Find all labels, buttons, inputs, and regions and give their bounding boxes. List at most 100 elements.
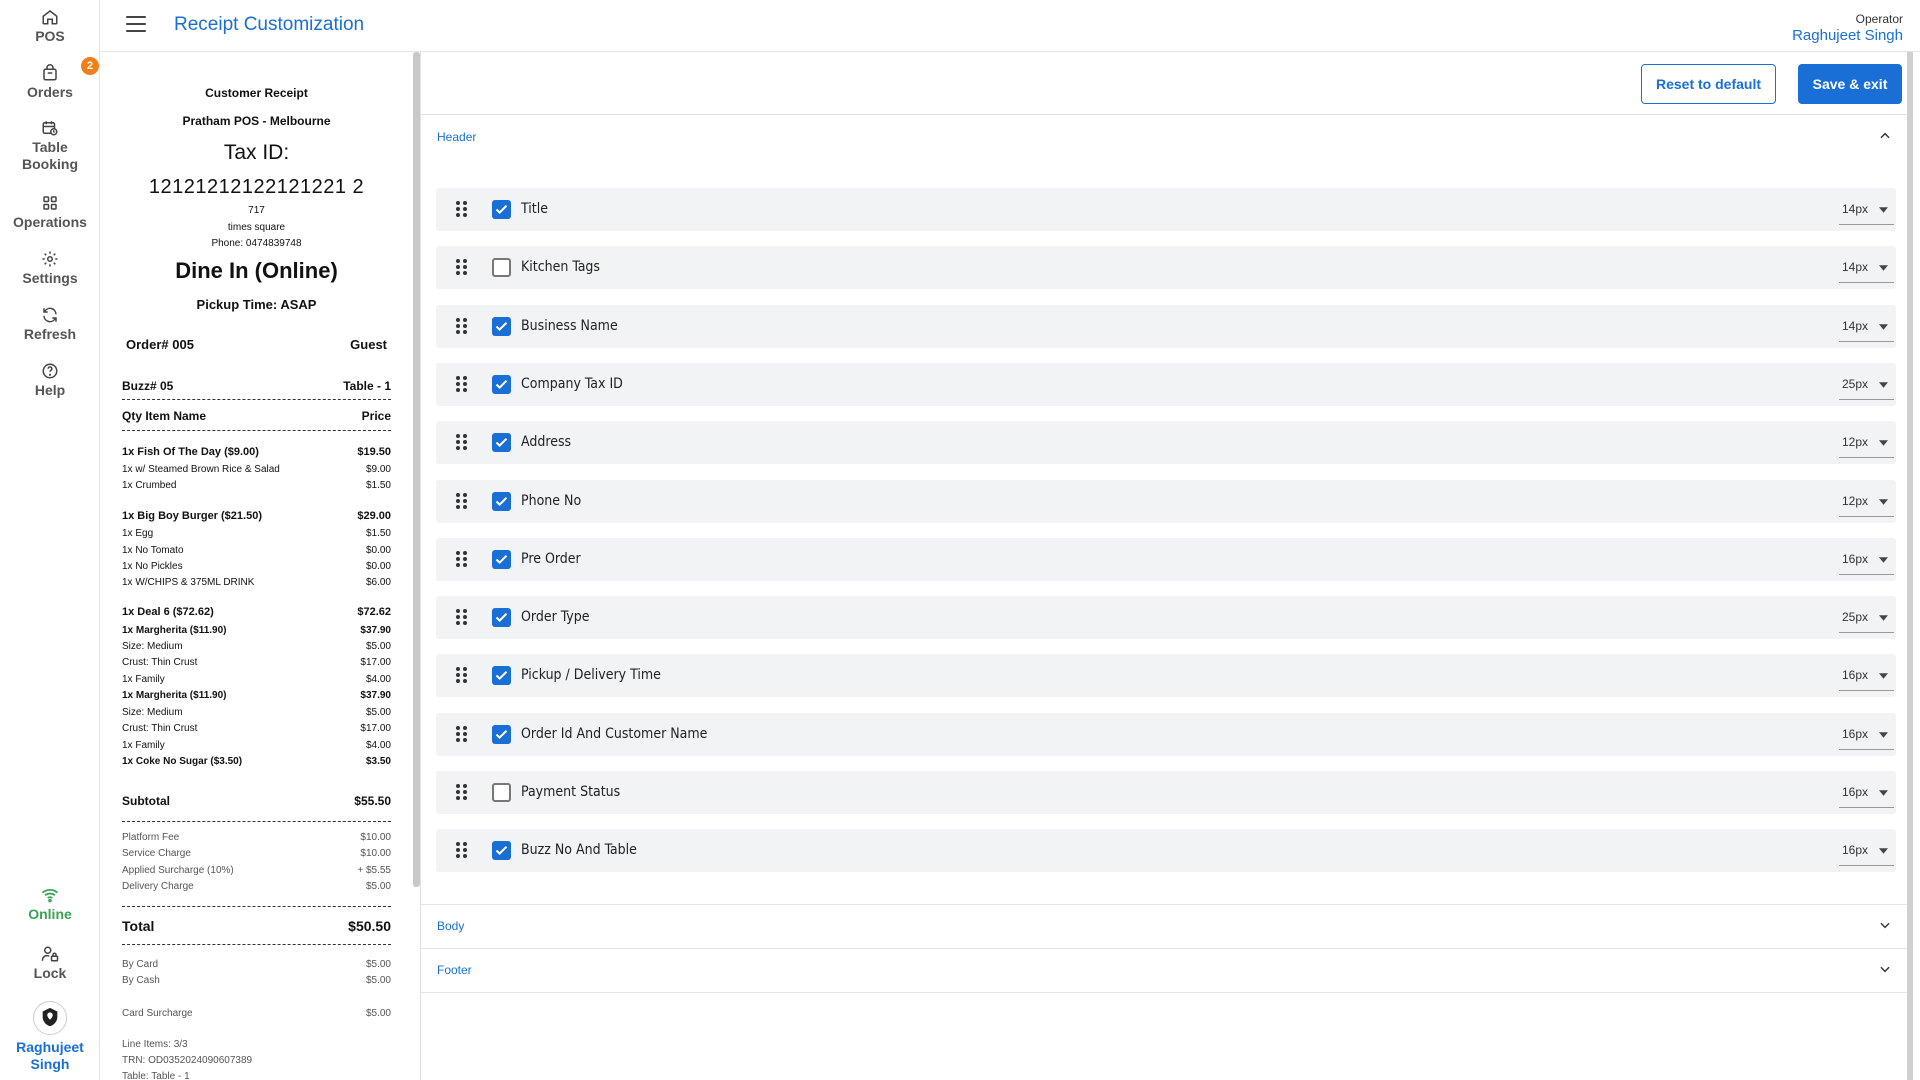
top-bar: Receipt Customization Operator Raghujeet… xyxy=(100,0,1920,52)
drag-handle-icon[interactable] xyxy=(456,551,468,568)
drag-handle-icon[interactable] xyxy=(456,376,468,393)
help-icon xyxy=(42,363,58,379)
checkbox-checked[interactable] xyxy=(492,200,511,219)
nav-table-label-2: Booking xyxy=(22,156,78,172)
font-size-select[interactable]: 16px xyxy=(1839,720,1894,750)
nav-pos[interactable]: POS xyxy=(0,8,100,45)
nav-refresh[interactable]: Refresh xyxy=(0,306,100,343)
nav-help[interactable]: Help xyxy=(0,362,100,399)
receipt-item-price: $9.00 xyxy=(365,464,391,475)
checkbox-checked[interactable] xyxy=(492,492,511,511)
receipt-card-surcharge: $5.00 xyxy=(365,1008,391,1019)
font-size-select[interactable]: 14px xyxy=(1839,312,1894,342)
section-body-title[interactable]: Body xyxy=(437,919,464,933)
checkbox-checked[interactable] xyxy=(492,317,511,336)
caret-down-icon xyxy=(1879,324,1888,330)
font-size-select[interactable]: 12px xyxy=(1839,428,1894,458)
font-size-select[interactable]: 14px xyxy=(1839,253,1894,283)
nav-user[interactable]: Raghujeet Singh xyxy=(0,1001,100,1073)
menu-icon[interactable] xyxy=(126,16,146,34)
drag-handle-icon[interactable] xyxy=(456,259,468,276)
receipt-item-row: 1x Coke No Sugar ($3.50) $3.50 xyxy=(122,756,391,768)
font-size-value: 25px xyxy=(1842,610,1869,624)
font-size-select[interactable]: 16px xyxy=(1839,836,1894,866)
checkbox-checked[interactable] xyxy=(492,725,511,744)
receipt-card-surcharge-label: Card Surcharge xyxy=(122,1008,193,1019)
field-label: Kitchen Tags xyxy=(521,259,600,275)
section-header-title[interactable]: Header xyxy=(437,130,476,144)
checkbox-checked[interactable] xyxy=(492,666,511,685)
receipt-charge-label: Applied Surcharge (10%) xyxy=(122,865,234,876)
receipt-charge-label: Delivery Charge xyxy=(122,881,194,892)
drag-handle-icon[interactable] xyxy=(456,726,468,743)
font-size-select[interactable]: 16px xyxy=(1839,778,1894,808)
field-label: Order Id And Customer Name xyxy=(521,726,708,742)
receipt-subtotal-row: Subtotal $55.50 xyxy=(122,794,391,808)
receipt-scrollbar[interactable] xyxy=(413,52,420,887)
drag-handle-icon[interactable] xyxy=(456,434,468,451)
shield-pin-icon xyxy=(42,1007,58,1027)
field-label: Buzz No And Table xyxy=(521,842,637,858)
font-size-select[interactable]: 16px xyxy=(1839,545,1894,575)
section-footer-title[interactable]: Footer xyxy=(437,963,472,977)
settings-scrollbar[interactable] xyxy=(1907,52,1913,1080)
drag-handle-icon[interactable] xyxy=(456,667,468,684)
checkbox-checked[interactable] xyxy=(492,433,511,452)
font-size-select[interactable]: 25px xyxy=(1839,370,1894,400)
drag-handle-icon[interactable] xyxy=(456,784,468,801)
drag-handle-icon[interactable] xyxy=(456,609,468,626)
checkbox-checked[interactable] xyxy=(492,608,511,627)
checkbox-checked[interactable] xyxy=(492,375,511,394)
font-size-value: 14px xyxy=(1842,319,1869,333)
font-size-select[interactable]: 16px xyxy=(1839,661,1894,691)
chevron-up-icon[interactable] xyxy=(1878,129,1892,143)
receipt-payment-row: By Cash $5.00 xyxy=(122,975,391,987)
nav-refresh-label: Refresh xyxy=(23,326,77,342)
receipt-col-price: Price xyxy=(361,409,391,423)
receipt-charge-label: Service Charge xyxy=(122,848,191,859)
checkbox-unchecked[interactable] xyxy=(492,783,511,802)
header-field-row: Phone No 12px xyxy=(436,480,1896,523)
nav-operations[interactable]: Operations xyxy=(0,194,100,231)
nav-settings[interactable]: Settings xyxy=(0,250,100,287)
receipt-address-line2: times square xyxy=(227,222,286,233)
field-label: Business Name xyxy=(521,318,618,334)
receipt-item-text: 1x Crumbed xyxy=(122,480,177,491)
font-size-select[interactable]: 12px xyxy=(1839,487,1894,517)
receipt-order-type: Dine In (Online) xyxy=(175,258,338,283)
drag-handle-icon[interactable] xyxy=(456,842,468,859)
online-status: Online xyxy=(0,886,100,923)
checkbox-checked[interactable] xyxy=(492,841,511,860)
font-size-value: 25px xyxy=(1842,377,1869,391)
header-field-row: Address 12px xyxy=(436,421,1896,464)
checkbox-checked[interactable] xyxy=(492,550,511,569)
font-size-select[interactable]: 14px xyxy=(1839,195,1894,225)
operator-name: Raghujeet Singh xyxy=(1792,27,1903,44)
checkbox-unchecked[interactable] xyxy=(492,258,511,277)
home-icon xyxy=(42,10,58,25)
receipt-item-text: 1x w/ Steamed Brown Rice & Salad xyxy=(122,464,280,475)
receipt-charge-value: $5.00 xyxy=(365,881,391,892)
chevron-down-icon[interactable] xyxy=(1878,962,1892,976)
receipt-item-text: 1x Coke No Sugar ($3.50) xyxy=(122,756,243,767)
save-and-exit-button[interactable]: Save & exit xyxy=(1798,64,1902,104)
receipt-item-row: 1x Deal 6 ($72.62) $72.62 xyxy=(122,606,391,619)
check-icon xyxy=(495,438,508,448)
operator-info: Operator Raghujeet Singh xyxy=(1792,12,1903,44)
receipt-item-price: $0.00 xyxy=(365,545,391,556)
chevron-down-icon[interactable] xyxy=(1878,918,1892,932)
drag-handle-icon[interactable] xyxy=(456,493,468,510)
drag-handle-icon[interactable] xyxy=(456,201,468,218)
reset-to-default-button[interactable]: Reset to default xyxy=(1641,64,1776,104)
check-icon xyxy=(495,205,508,215)
receipt-item-price: $1.50 xyxy=(365,480,391,491)
font-size-select[interactable]: 25px xyxy=(1839,603,1894,633)
receipt-item-row: 1x Family $4.00 xyxy=(122,740,391,752)
nav-lock[interactable]: Lock xyxy=(0,945,100,982)
receipt-item-row: 1x Crumbed $1.50 xyxy=(122,480,391,492)
drag-handle-icon[interactable] xyxy=(456,318,468,335)
nav-table-booking[interactable]: Table Booking xyxy=(0,119,100,173)
receipt-item-price: $37.90 xyxy=(360,625,391,636)
font-size-value: 16px xyxy=(1842,843,1869,857)
receipt-buzz-row: Buzz# 05 Table - 1 xyxy=(122,379,391,393)
